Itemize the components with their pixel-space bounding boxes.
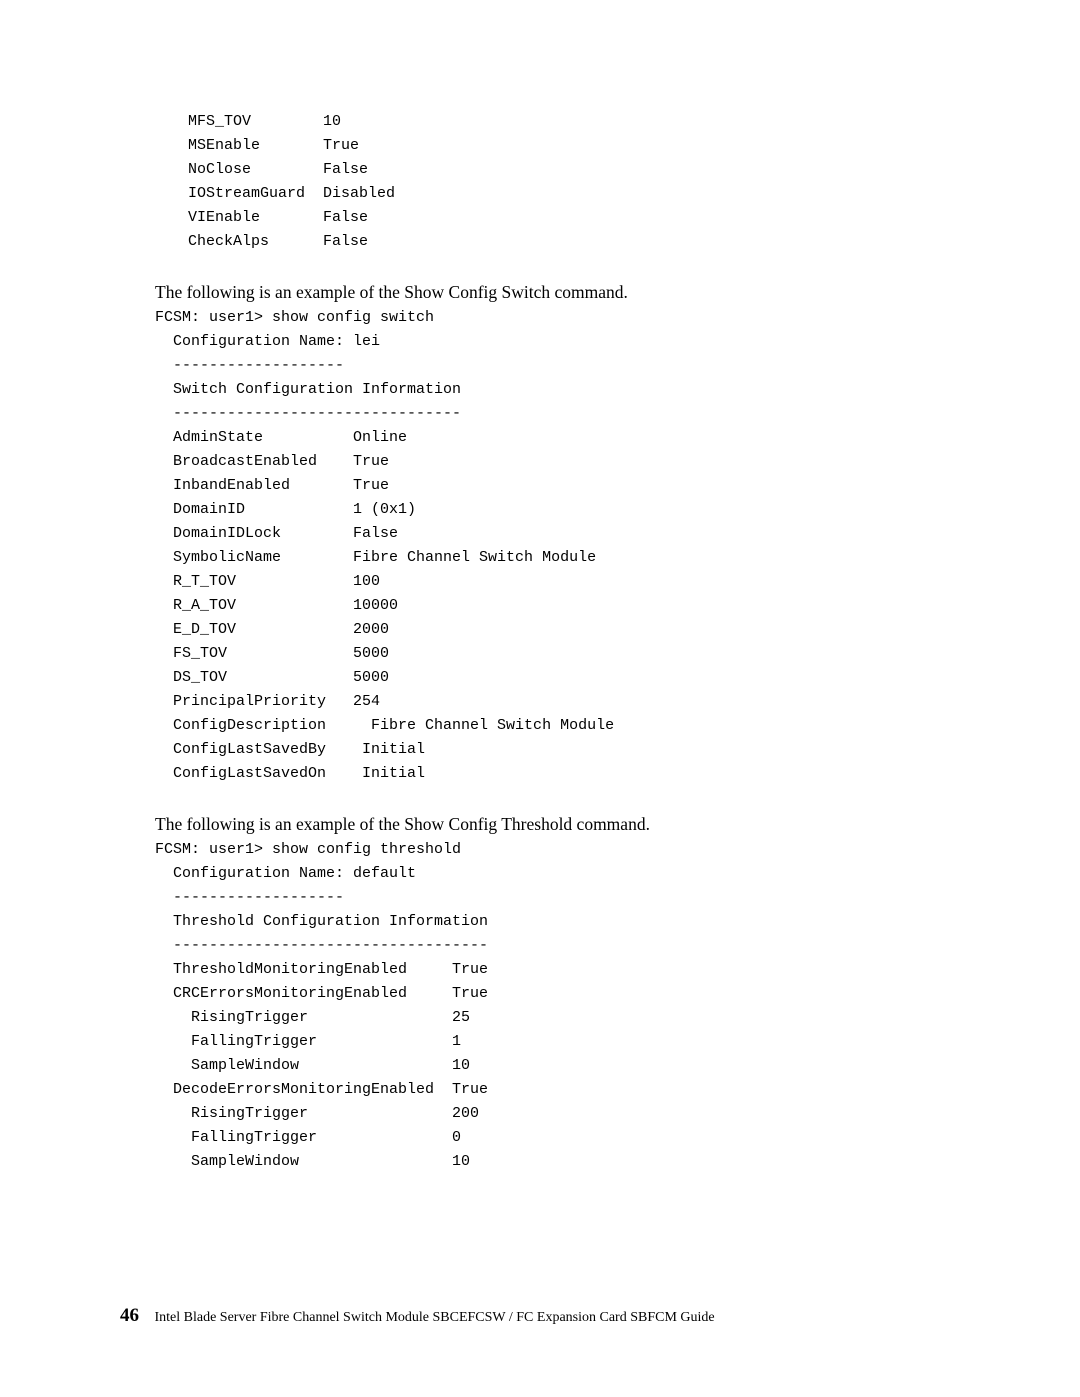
code-block-switch-config: FCSM: user1> show config switch Configur… (155, 306, 930, 786)
page-number: 46 (120, 1305, 139, 1326)
intro-text-threshold: The following is an example of the Show … (155, 812, 930, 836)
intro-text-switch: The following is an example of the Show … (155, 280, 930, 304)
footer-title: Intel Blade Server Fibre Channel Switch … (155, 1310, 715, 1325)
code-block-threshold-config: FCSM: user1> show config threshold Confi… (155, 838, 930, 1174)
code-block-port-config: MFS_TOV 10 MSEnable True NoClose False I… (155, 110, 930, 254)
page-footer: 46 Intel Blade Server Fibre Channel Swit… (120, 1305, 715, 1327)
page-content: MFS_TOV 10 MSEnable True NoClose False I… (0, 0, 930, 1174)
